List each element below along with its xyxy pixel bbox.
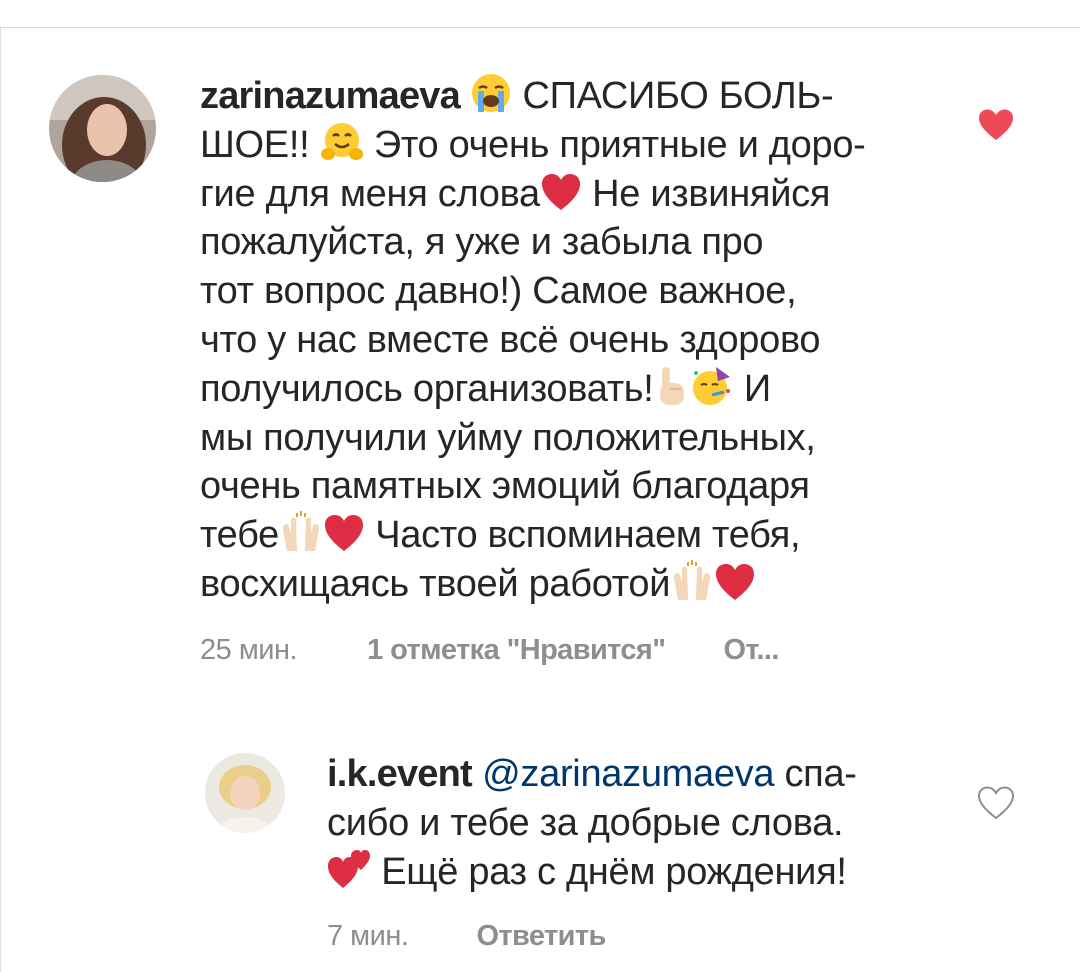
comment-text-line: восхищаясь твоей работой	[200, 562, 671, 605]
comment-meta: 25 мин. 1 отметка "Нравится" От...	[200, 634, 779, 667]
comment-text-line: сибо и тебе за добрые слова.	[327, 801, 844, 844]
comment-text-line: гие для меня слова	[200, 172, 540, 215]
comment-username[interactable]: i.k.event	[327, 753, 473, 795]
loudly-crying-face-icon	[470, 72, 512, 114]
comment-text-line: Это очень приятные и доро-	[363, 123, 866, 166]
red-heart-icon	[323, 513, 365, 553]
partying-face-icon	[690, 365, 734, 407]
index-pointing-up-icon	[654, 365, 690, 407]
comment-text-line: Часто вспоминаем тебя,	[364, 514, 801, 557]
comment-timestamp: 7 мин.	[327, 920, 409, 952]
raising-hands-icon	[670, 559, 714, 602]
avatar-i.k.event[interactable]	[205, 753, 285, 833]
two-hearts-icon	[327, 848, 371, 890]
comment-text-line: Ещё раз с днём рождения!	[371, 850, 847, 893]
comment-text-line: тот вопрос давно!) Самое важное,	[200, 270, 797, 313]
like-heart-icon[interactable]	[977, 108, 1015, 142]
comment-text-line: очень памятных эмоций благодаря	[200, 465, 810, 508]
top-divider	[0, 27, 1080, 28]
mention-link[interactable]: @zarinazumaeva	[482, 753, 774, 795]
reply-meta: 7 мин. Ответить	[327, 920, 606, 953]
comment-text-line: получилось организовать!	[200, 367, 654, 410]
comment-text-line: И	[733, 367, 771, 410]
comment-text-line: ШОЕ!!	[200, 123, 320, 166]
avatar-zarinazumaeva[interactable]	[49, 75, 156, 182]
reply-button[interactable]: От...	[723, 634, 779, 666]
comment-likes-count[interactable]: 1 отметка "Нравится"	[367, 634, 666, 666]
comment-body: zarinazumaeva СПАСИБО БОЛЬ- ШОЕ!! Это оч…	[200, 72, 940, 609]
red-heart-icon	[540, 172, 582, 212]
red-heart-icon	[714, 562, 756, 602]
comment-text-line: тебе	[200, 514, 279, 557]
reply-body: i.k.event @zarinazumaeva спа- сибо и теб…	[327, 750, 937, 896]
left-edge	[0, 28, 1, 972]
reply-button[interactable]: Ответить	[476, 920, 606, 952]
comment-text-line: что у нас вместе всё очень здорово	[200, 318, 821, 361]
comment-username[interactable]: zarinazumaeva	[200, 75, 461, 117]
comment-timestamp: 25 мин.	[200, 634, 298, 666]
comment-text-line: Не извиняйся	[581, 172, 831, 215]
comment-text-line: мы получили уйму положительных,	[200, 416, 816, 459]
raising-hands-icon	[279, 511, 323, 553]
comment-text-line: СПАСИБО БОЛЬ-	[512, 75, 834, 117]
like-heart-outline-icon[interactable]	[977, 786, 1015, 820]
hugging-face-icon	[320, 121, 364, 163]
comment-text-line: пожалуйста, я уже и забыла про	[200, 221, 764, 264]
comment-text-line: спа-	[774, 753, 857, 795]
